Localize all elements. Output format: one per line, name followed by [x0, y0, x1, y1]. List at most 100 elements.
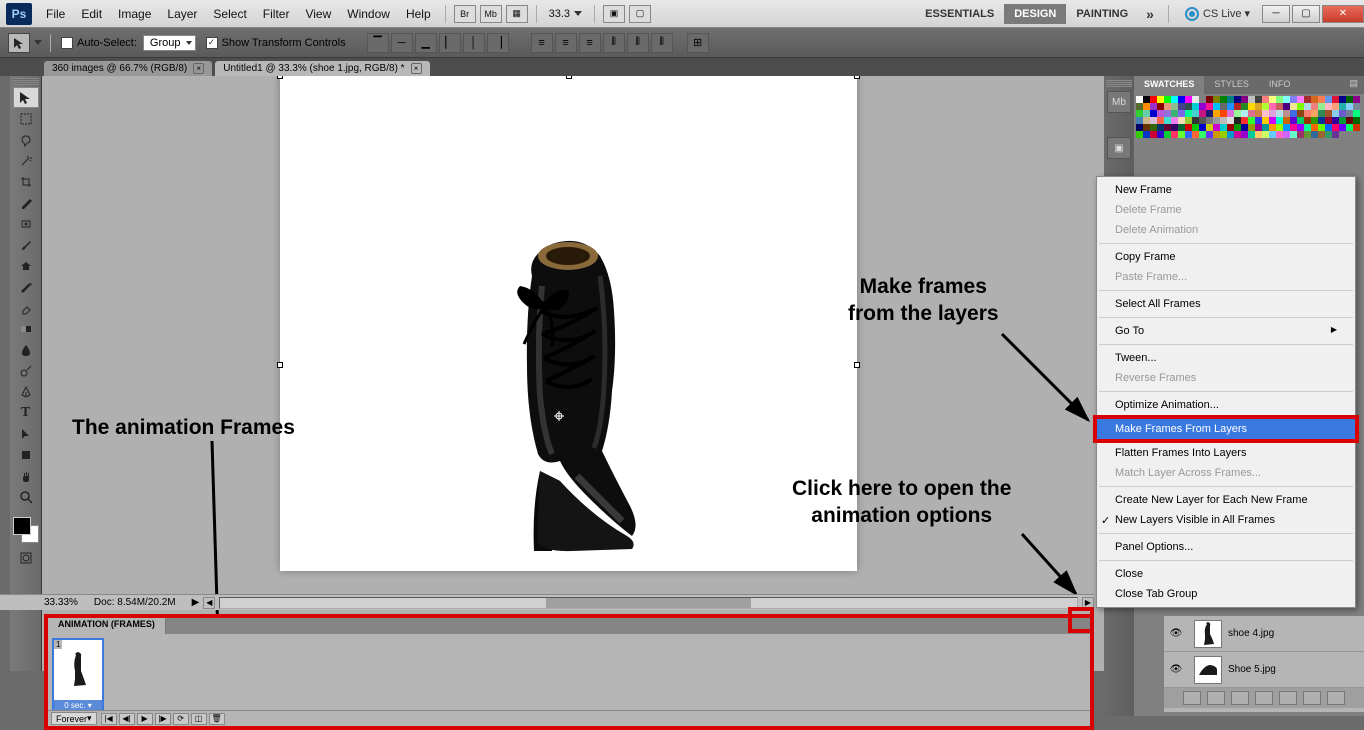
swatch[interactable]	[1150, 110, 1157, 117]
swatch[interactable]	[1199, 96, 1206, 103]
swatch[interactable]	[1325, 103, 1332, 110]
panel-grip[interactable]	[13, 78, 39, 85]
swatch[interactable]	[1241, 117, 1248, 124]
swatch[interactable]	[1220, 110, 1227, 117]
distribute-hcenter-icon[interactable]: ⦀	[627, 33, 649, 53]
loop-select[interactable]: Forever ▾	[51, 712, 97, 725]
status-doc-size[interactable]: Doc: 8.54M/20.2M	[94, 597, 176, 608]
minibridge-panel-icon[interactable]: Mb	[1107, 91, 1131, 113]
swatch[interactable]	[1255, 117, 1262, 124]
menu-window[interactable]: Window	[339, 7, 398, 21]
group-icon[interactable]	[1279, 691, 1297, 705]
align-vcenter-icon[interactable]: ─	[391, 33, 413, 53]
swatch[interactable]	[1150, 131, 1157, 138]
swatch[interactable]	[1136, 124, 1143, 131]
swatch[interactable]	[1234, 96, 1241, 103]
transform-handle[interactable]	[854, 76, 860, 79]
swatch[interactable]	[1248, 131, 1255, 138]
delete-layer-icon[interactable]	[1327, 691, 1345, 705]
swatch[interactable]	[1262, 131, 1269, 138]
swatch[interactable]	[1283, 124, 1290, 131]
swatch[interactable]	[1290, 110, 1297, 117]
swatch[interactable]	[1185, 131, 1192, 138]
quickmask-tool[interactable]	[13, 547, 39, 568]
swatch[interactable]	[1290, 103, 1297, 110]
swatch[interactable]	[1185, 96, 1192, 103]
swatch[interactable]	[1297, 131, 1304, 138]
swatch[interactable]	[1171, 110, 1178, 117]
swatches-tab[interactable]: SWATCHES	[1134, 76, 1204, 94]
new-frame-button[interactable]: ◫	[191, 713, 207, 725]
swatch[interactable]	[1255, 103, 1262, 110]
document-tab[interactable]: 360 images @ 66.7% (RGB/8) ×	[44, 61, 212, 76]
swatch[interactable]	[1185, 103, 1192, 110]
swatch[interactable]	[1318, 110, 1325, 117]
swatch[interactable]	[1332, 96, 1339, 103]
swatch[interactable]	[1150, 124, 1157, 131]
menu-make-frames-from-layers[interactable]: Make Frames From Layers	[1097, 419, 1355, 439]
swatch[interactable]	[1339, 103, 1346, 110]
swatch[interactable]	[1213, 110, 1220, 117]
transform-handle[interactable]	[277, 362, 283, 368]
swatch[interactable]	[1346, 124, 1353, 131]
swatch[interactable]	[1255, 124, 1262, 131]
swatch[interactable]	[1220, 96, 1227, 103]
lasso-tool[interactable]	[13, 129, 39, 150]
swatch[interactable]	[1290, 117, 1297, 124]
workspace-more-icon[interactable]: »	[1138, 6, 1162, 22]
swatch[interactable]	[1318, 103, 1325, 110]
menu-panel-options[interactable]: Panel Options...	[1097, 537, 1355, 557]
dodge-tool[interactable]	[13, 360, 39, 381]
swatch[interactable]	[1276, 131, 1283, 138]
swatch[interactable]	[1136, 117, 1143, 124]
swatch[interactable]	[1178, 96, 1185, 103]
swatch[interactable]	[1171, 117, 1178, 124]
menu-filter[interactable]: Filter	[255, 7, 298, 21]
swatch[interactable]	[1269, 103, 1276, 110]
swatch[interactable]	[1325, 117, 1332, 124]
panel-grip[interactable]	[1106, 80, 1132, 87]
healing-brush-tool[interactable]	[13, 213, 39, 234]
swatch[interactable]	[1171, 124, 1178, 131]
swatch[interactable]	[1248, 117, 1255, 124]
swatch[interactable]	[1171, 96, 1178, 103]
zoom-tool[interactable]	[13, 486, 39, 507]
close-button[interactable]: ✕	[1322, 5, 1364, 23]
swatch[interactable]	[1339, 110, 1346, 117]
menu-close-tab-group[interactable]: Close Tab Group	[1097, 584, 1355, 604]
layer-row[interactable]: 👁 Shoe 5.jpg	[1164, 652, 1364, 688]
swatch[interactable]	[1241, 96, 1248, 103]
swatch[interactable]	[1290, 131, 1297, 138]
next-frame-button[interactable]: |▶	[155, 713, 171, 725]
gradient-tool[interactable]	[13, 318, 39, 339]
swatch[interactable]	[1283, 110, 1290, 117]
swatch[interactable]	[1213, 96, 1220, 103]
zoom-level[interactable]: 33.3	[549, 8, 582, 20]
menu-new-layers-visible[interactable]: New Layers Visible in All Frames	[1097, 510, 1355, 530]
swatch[interactable]	[1157, 131, 1164, 138]
swatch[interactable]	[1346, 103, 1353, 110]
swatch[interactable]	[1143, 103, 1150, 110]
swatch[interactable]	[1164, 131, 1171, 138]
swatch[interactable]	[1227, 131, 1234, 138]
pen-tool[interactable]	[13, 381, 39, 402]
horizontal-scrollbar[interactable]	[219, 597, 1078, 609]
distribute-left-icon[interactable]: ⦀	[603, 33, 625, 53]
swatch[interactable]	[1157, 117, 1164, 124]
swatch[interactable]	[1234, 117, 1241, 124]
swatch[interactable]	[1143, 131, 1150, 138]
swatch[interactable]	[1213, 117, 1220, 124]
swatch[interactable]	[1262, 117, 1269, 124]
swatch[interactable]	[1346, 117, 1353, 124]
align-left-icon[interactable]: ▏	[439, 33, 461, 53]
swatch[interactable]	[1290, 124, 1297, 131]
swatch[interactable]	[1227, 103, 1234, 110]
swatch[interactable]	[1304, 117, 1311, 124]
swatch[interactable]	[1227, 117, 1234, 124]
menu-flatten-frames[interactable]: Flatten Frames Into Layers	[1097, 443, 1355, 463]
swatch[interactable]	[1136, 131, 1143, 138]
swatch[interactable]	[1157, 124, 1164, 131]
swatch[interactable]	[1150, 117, 1157, 124]
swatch[interactable]	[1269, 117, 1276, 124]
document-tab[interactable]: Untitled1 @ 33.3% (shoe 1.jpg, RGB/8) * …	[215, 61, 429, 76]
